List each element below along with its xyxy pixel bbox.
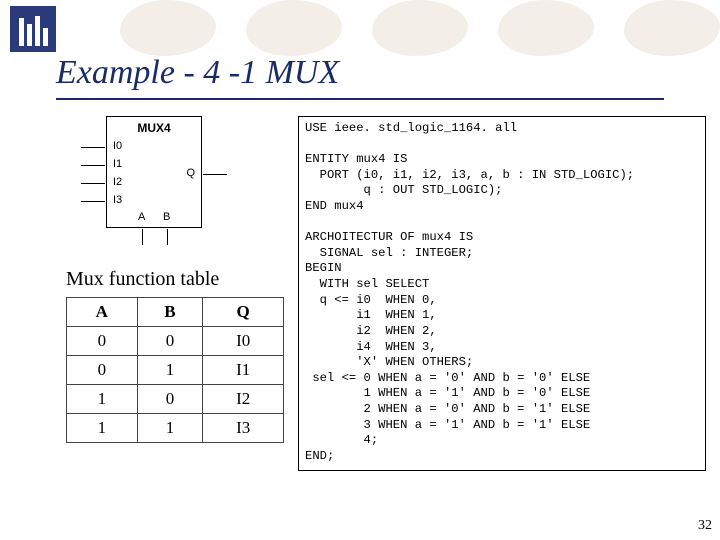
logo-icon [10, 6, 56, 52]
code-line: ARCHOITECTUR OF mux4 IS [305, 230, 473, 244]
left-column: MUX4 I0 I1 I2 I3 Q A B Mux function tabl… [66, 116, 286, 443]
code-line: sel <= 0 WHEN a = '0' AND b = '0' ELSE [305, 371, 590, 385]
code-line: q : OUT STD_LOGIC); [305, 183, 502, 197]
truth-table: A B Q 00I0 01I1 10I2 11I3 [66, 297, 284, 443]
code-line: WITH sel SELECT [305, 277, 429, 291]
table-caption: Mux function table [66, 268, 286, 291]
code-line: 'X' WHEN OTHERS; [305, 355, 473, 369]
code-line: q <= i0 WHEN 0, [305, 293, 437, 307]
th-a: A [67, 298, 138, 327]
pin-b: B [163, 211, 170, 223]
table-row: 10I2 [67, 385, 284, 414]
mux-name: MUX4 [107, 121, 201, 135]
th-b: B [137, 298, 203, 327]
background-decor [0, 0, 720, 60]
mux-diagram: MUX4 I0 I1 I2 I3 Q A B [106, 116, 202, 228]
code-line: ENTITY mux4 IS [305, 152, 407, 166]
code-line: i2 WHEN 2, [305, 324, 437, 338]
code-line: USE ieee. std_logic_1164. all [305, 121, 517, 135]
table-row: 11I3 [67, 414, 284, 443]
code-line: 1 WHEN a = '1' AND b = '0' ELSE [305, 386, 590, 400]
slide-title: Example - 4 -1 MUX [56, 54, 339, 92]
code-line: 3 WHEN a = '1' AND b = '1' ELSE [305, 418, 590, 432]
code-line: i4 WHEN 3, [305, 340, 437, 354]
page-number: 32 [698, 518, 712, 534]
code-line: SIGNAL sel : INTEGER; [305, 246, 473, 260]
pin-i0: I0 [113, 140, 122, 152]
pin-i1: I1 [113, 158, 122, 170]
pin-a: A [138, 211, 145, 223]
code-line: 4; [305, 433, 378, 447]
vhdl-code: USE ieee. std_logic_1164. all ENTITY mux… [298, 116, 706, 471]
pin-i3: I3 [113, 194, 122, 206]
th-q: Q [203, 298, 284, 327]
code-line: i1 WHEN 1, [305, 308, 437, 322]
code-line: END; [305, 449, 334, 463]
pin-q: Q [186, 167, 195, 179]
pin-i2: I2 [113, 176, 122, 188]
code-line: BEGIN [305, 261, 342, 275]
code-line: PORT (i0, i1, i2, i3, a, b : IN STD_LOGI… [305, 168, 634, 182]
code-line: END mux4 [305, 199, 364, 213]
table-row: 00I0 [67, 327, 284, 356]
code-line: 2 WHEN a = '0' AND b = '1' ELSE [305, 402, 590, 416]
table-header-row: A B Q [67, 298, 284, 327]
title-underline [56, 98, 664, 100]
table-row: 01I1 [67, 356, 284, 385]
